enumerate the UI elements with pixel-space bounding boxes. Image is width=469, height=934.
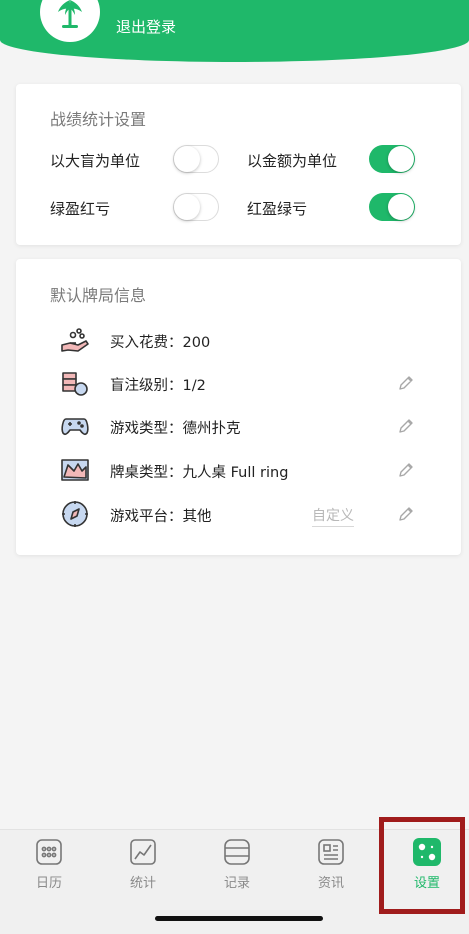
table-icon xyxy=(61,459,89,481)
home-indicator xyxy=(155,916,323,921)
stats-settings-card: 战绩统计设置 以大盲为单位 以金额为单位 绿盈红亏 红盈绿亏 xyxy=(16,84,461,245)
info-row-blinds[interactable]: 盲注级别：1/2 xyxy=(16,366,461,400)
calendar-icon xyxy=(36,839,62,865)
toggle-red-profit[interactable] xyxy=(369,193,415,221)
option-label-amount: 以金额为单位 xyxy=(247,152,338,170)
edit-pencil-icon[interactable] xyxy=(397,461,415,479)
default-info-title: 默认牌局信息 xyxy=(50,286,147,305)
blinds-text: 盲注级别：1/2 xyxy=(110,378,206,394)
palm-tree-logo-icon xyxy=(58,0,82,28)
tab-label: 记录 xyxy=(223,876,250,891)
toggle-knob xyxy=(388,194,414,220)
avatar[interactable] xyxy=(40,0,100,42)
table-type-text: 牌桌类型：九人桌 Full ring xyxy=(110,465,289,481)
edit-pencil-icon[interactable] xyxy=(397,374,415,392)
records-icon xyxy=(224,839,250,865)
edit-pencil-icon[interactable] xyxy=(397,417,415,435)
tab-calendar[interactable]: 日历 xyxy=(2,830,96,900)
tab-label: 日历 xyxy=(35,876,62,891)
tab-records[interactable]: 记录 xyxy=(190,830,284,900)
blinds-icon xyxy=(62,372,88,396)
gamepad-icon xyxy=(61,418,89,436)
toggle-knob xyxy=(174,146,200,172)
game-type-text: 游戏类型：德州扑克 xyxy=(110,421,241,437)
info-row-game-type[interactable]: 游戏类型：德州扑克 xyxy=(16,409,461,443)
edit-pencil-icon[interactable] xyxy=(397,505,415,523)
news-icon xyxy=(318,839,344,865)
toggle-green-profit[interactable] xyxy=(173,193,219,221)
buy-in-text: 买入花费：200 xyxy=(110,335,211,351)
profile-header: 退出登录 xyxy=(0,0,469,62)
info-row-platform[interactable]: 游戏平台：其他 自定义 xyxy=(16,497,461,531)
custom-platform-link[interactable]: 自定义 xyxy=(312,505,354,527)
buy-in-icon xyxy=(61,328,89,352)
toggle-big-blind-unit[interactable] xyxy=(173,145,219,173)
info-row-buy-in[interactable]: 买入花费：200 xyxy=(16,323,461,357)
compass-icon xyxy=(62,501,88,527)
option-label-green-profit: 绿盈红亏 xyxy=(50,200,111,218)
toggle-knob xyxy=(174,194,200,220)
platform-text: 游戏平台：其他 xyxy=(110,509,212,525)
option-label-big-blind: 以大盲为单位 xyxy=(50,152,141,170)
highlight-box xyxy=(379,817,465,914)
tab-stats[interactable]: 统计 xyxy=(96,830,190,900)
option-label-red-profit: 红盈绿亏 xyxy=(247,200,308,218)
toggle-amount-unit[interactable] xyxy=(369,145,415,173)
default-game-info-card: 默认牌局信息 买入花费：200 盲注级别：1/2 游戏类型：德州扑克 牌桌类型：… xyxy=(16,259,461,555)
toggle-knob xyxy=(388,146,414,172)
logout-button[interactable]: 退出登录 xyxy=(116,16,176,37)
stats-settings-title: 战绩统计设置 xyxy=(50,110,147,129)
tab-label: 资讯 xyxy=(317,876,344,891)
info-row-table-type[interactable]: 牌桌类型：九人桌 Full ring xyxy=(16,453,461,487)
tab-label: 统计 xyxy=(129,876,156,891)
chart-icon xyxy=(130,839,156,865)
tab-news[interactable]: 资讯 xyxy=(284,830,378,900)
